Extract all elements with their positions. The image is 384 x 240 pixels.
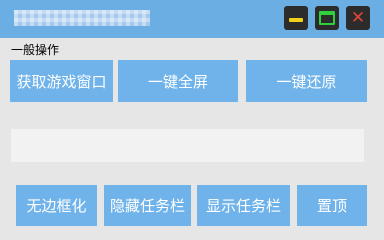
get-game-window-button[interactable]: 获取游戏窗口 — [10, 60, 113, 102]
borderless-button[interactable]: 无边框化 — [16, 185, 97, 226]
restore-button[interactable]: 一键还原 — [246, 60, 367, 102]
minimize-button[interactable] — [284, 6, 308, 30]
title-bar[interactable]: ✕ — [0, 0, 384, 38]
maximize-icon — [319, 11, 335, 25]
minimize-icon — [289, 18, 303, 22]
maximize-button[interactable] — [315, 6, 339, 30]
section-label-general: 一般操作 — [11, 43, 60, 57]
show-taskbar-button[interactable]: 显示任务栏 — [197, 185, 290, 226]
hide-taskbar-button[interactable]: 隐藏任务栏 — [104, 185, 191, 226]
window-title — [14, 10, 150, 26]
close-icon: ✕ — [350, 8, 366, 28]
fullscreen-button[interactable]: 一键全屏 — [118, 60, 238, 102]
pin-top-button[interactable]: 置顶 — [297, 185, 367, 226]
close-button[interactable]: ✕ — [346, 6, 370, 30]
text-input[interactable] — [11, 129, 364, 162]
